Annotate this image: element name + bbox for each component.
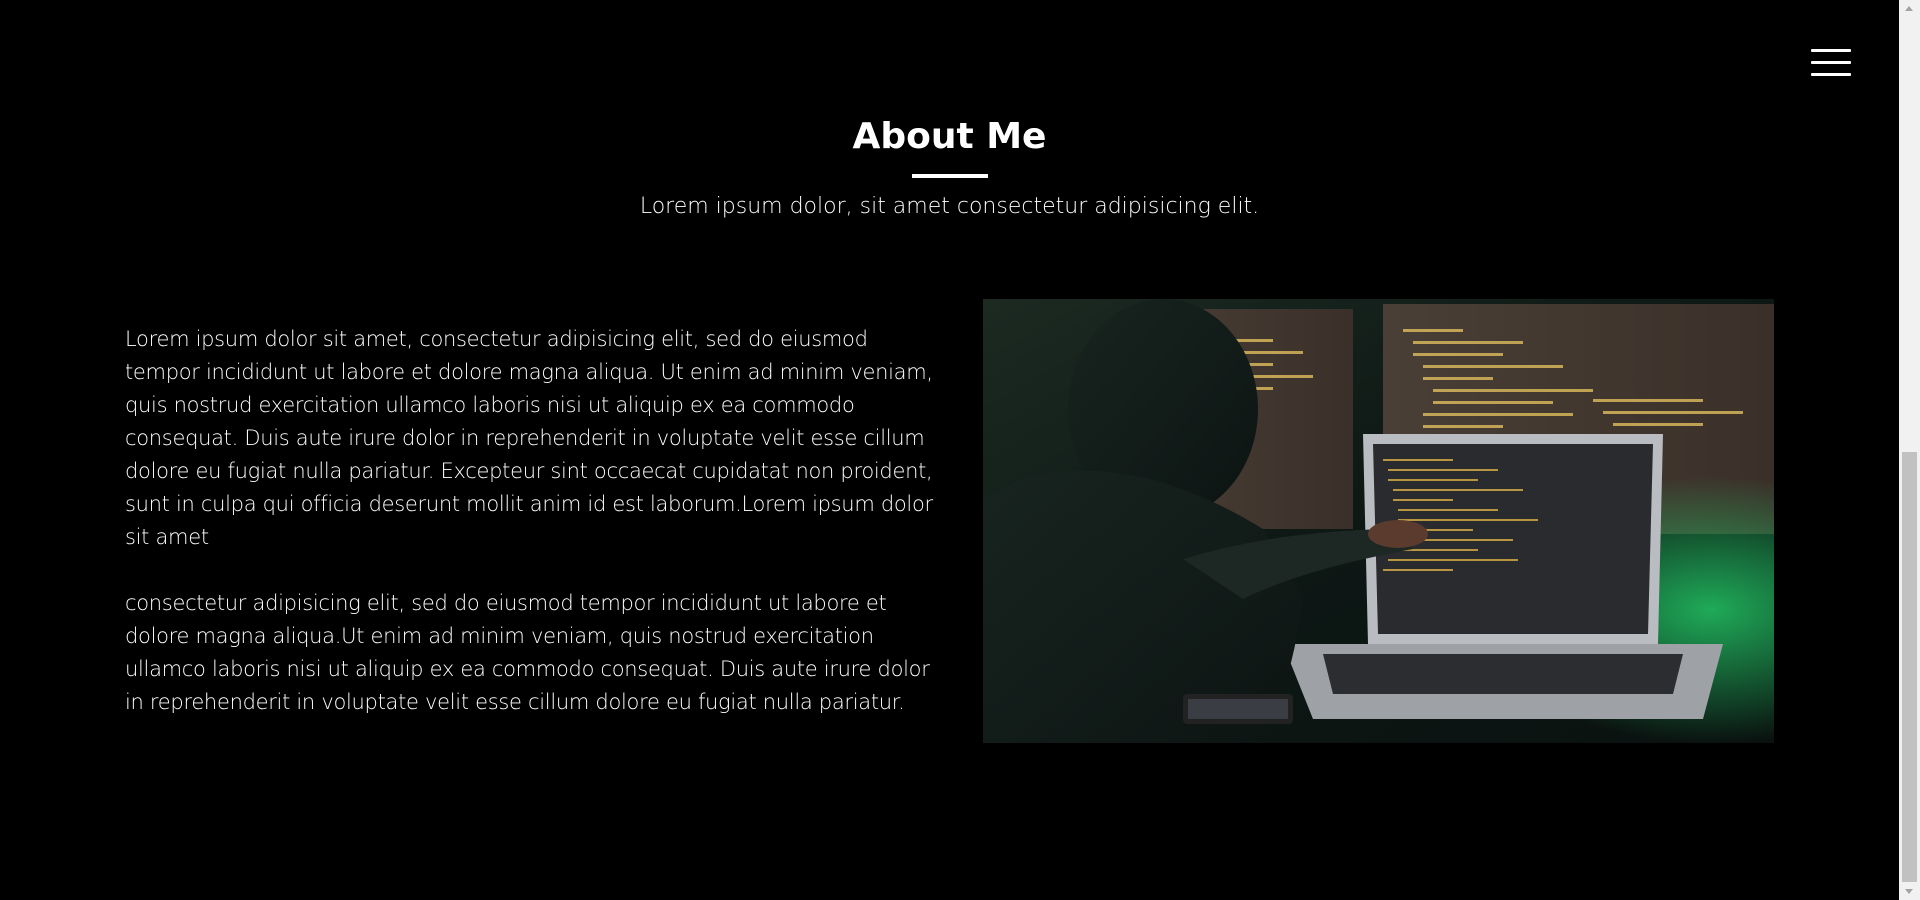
title-underline [912,174,988,178]
developer-at-laptop-image [983,299,1774,743]
about-text: Lorem ipsum dolor sit amet, consectetur … [125,323,940,752]
menu-bar-middle [1811,61,1851,64]
section-title: About Me [852,116,1047,157]
scrollbar-thumb[interactable] [1902,452,1917,882]
about-paragraph-1: Lorem ipsum dolor sit amet, consectetur … [125,327,933,549]
section-subtitle: Lorem ipsum dolor, sit amet consectetur … [639,194,1260,219]
scroll-down-arrow-icon[interactable] [1899,883,1920,900]
about-paragraph-2: consectetur adipisicing elit, sed do eiu… [125,591,930,714]
menu-bar-top [1811,49,1851,52]
page-scrollbar[interactable] [1899,0,1920,900]
menu-bar-bottom [1811,73,1851,76]
page: About Me Lorem ipsum dolor, sit amet con… [0,0,1899,900]
hamburger-menu-icon[interactable] [1811,49,1851,79]
scroll-up-arrow-icon[interactable] [1899,0,1920,17]
